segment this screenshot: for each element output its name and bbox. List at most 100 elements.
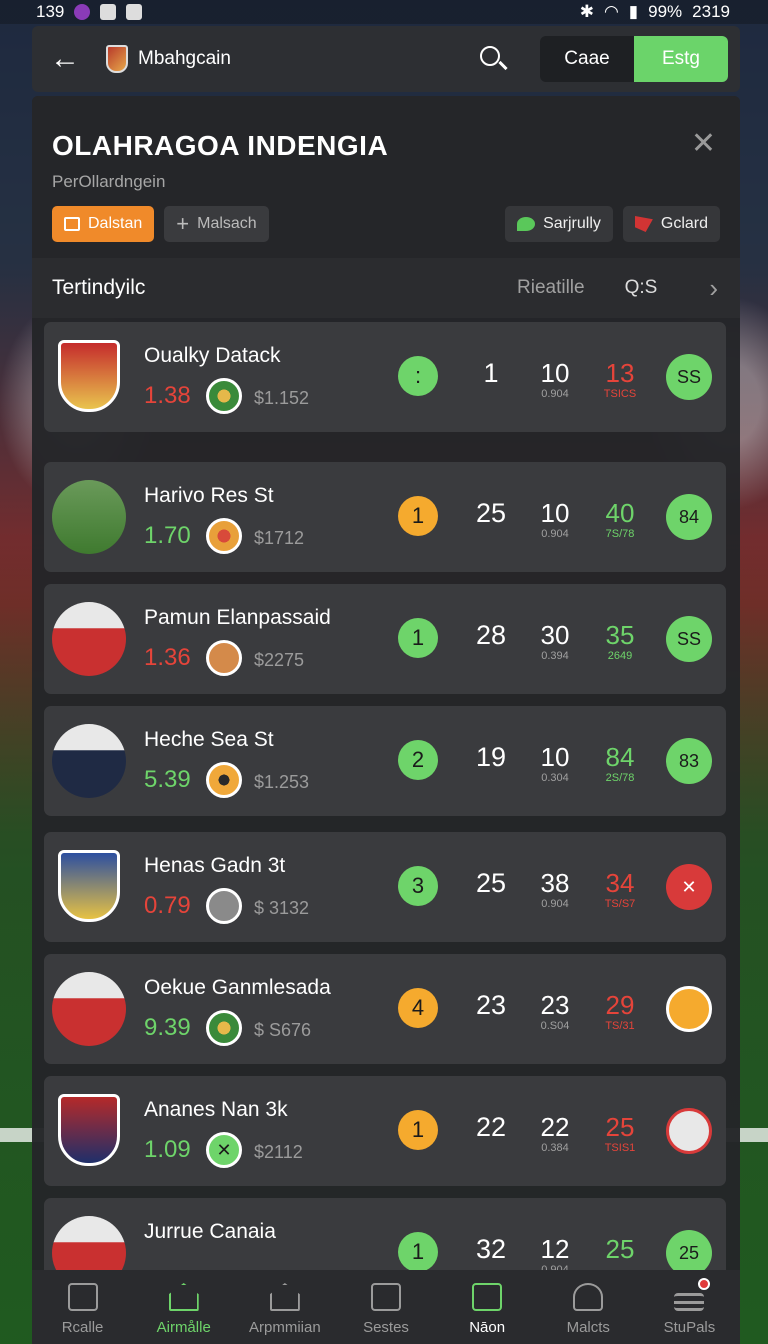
list-item[interactable]: Ananes Nan 3k 1.09 ✕ $2112 1 22 22 0.384… <box>44 1076 726 1186</box>
nav-item-rcalle[interactable]: Rcalle <box>32 1270 133 1344</box>
nav-item-malcts[interactable]: Malcts <box>538 1270 639 1344</box>
stat-col-3: 25 <box>605 1112 635 1142</box>
score-badge[interactable]: 83 <box>666 738 712 784</box>
search-icon[interactable] <box>476 42 510 76</box>
header-actions: Dalstan + Malsach Sarjrully Gclard <box>52 206 720 242</box>
player-price: $1712 <box>254 528 305 548</box>
stat-col-2-sub: 0.904 <box>541 528 569 540</box>
stat-col-2: 30 <box>540 620 570 650</box>
bottom-navigation: Rcalle Airmålle Arpmmiian Sestes Nāon Ma… <box>32 1270 740 1344</box>
scoreboard-icon <box>370 1283 401 1311</box>
column-header-qs[interactable]: Q:S <box>625 277 658 299</box>
stat-col-3-sub: TSICS <box>603 388 637 400</box>
player-price: $2275 <box>254 650 305 670</box>
message-icon <box>64 217 80 231</box>
close-icon[interactable]: ✕ <box>691 126 716 161</box>
status-time: 139 <box>36 2 65 21</box>
stat-col-3-sub: TS/31 <box>605 1020 635 1032</box>
malsach-button[interactable]: + Malsach <box>164 206 269 242</box>
player-odds: 1.09 <box>144 1136 191 1163</box>
stat-col-2: 10 <box>540 498 570 528</box>
status-clock: 2319 <box>692 2 730 21</box>
player-odds: 1.36 <box>144 644 191 671</box>
player-name: Ananes Nan 3k <box>144 1098 288 1121</box>
player-name: Heche Sea St <box>144 728 274 751</box>
bird-icon <box>517 217 536 231</box>
stat-col-1: 28 <box>475 620 507 650</box>
app-bar: ← Mbahgcain Caae Estg <box>32 26 740 92</box>
list-item[interactable]: Pamun Elanpassaid 1.36 $2275 1 28 30 0.3… <box>44 584 726 694</box>
nav-item-stupals[interactable]: StuPals <box>639 1270 740 1344</box>
stat-col-2: 22 <box>540 1112 570 1142</box>
house-icon <box>269 1283 300 1311</box>
nav-item-naon[interactable]: Nāon <box>437 1270 538 1344</box>
rank-badge: 1 <box>398 1110 438 1150</box>
nav-item-airmalle[interactable]: Airmålle <box>133 1270 234 1344</box>
score-badge[interactable]: 84 <box>666 494 712 540</box>
coin-icon <box>206 378 242 414</box>
back-arrow-icon[interactable]: ← <box>50 42 82 76</box>
player-price: $1.152 <box>254 388 310 408</box>
list-item[interactable]: Harivo Res St 1.70 $1712 1 25 10 0.904 4… <box>44 462 726 572</box>
player-price: $ 3132 <box>254 898 310 918</box>
app-title: Mbahgcain <box>138 48 231 69</box>
home-icon <box>168 1283 199 1311</box>
stat-col-2-sub: 0.394 <box>541 650 569 662</box>
edit-icon <box>472 1283 503 1311</box>
player-odds: 0.79 <box>144 892 191 919</box>
player-price: $ S676 <box>254 1020 312 1040</box>
nav-item-arpmmiian[interactable]: Arpmmiian <box>234 1270 335 1344</box>
stat-col-1: 1 <box>483 358 499 388</box>
segment-estg[interactable]: Estg <box>634 36 728 82</box>
flag-icon <box>634 216 653 232</box>
player-odds: 5.39 <box>144 766 191 793</box>
stat-col-2: 12 <box>540 1234 570 1264</box>
club-emblem-icon[interactable] <box>666 1108 712 1154</box>
score-badge[interactable]: SS <box>666 616 712 662</box>
player-name: Pamun Elanpassaid <box>144 606 331 629</box>
stat-col-2: 10 <box>540 742 570 772</box>
stat-col-2: 23 <box>540 990 570 1020</box>
list-item[interactable]: Heche Sea St 5.39 $1.253 2 19 10 0.304 8… <box>44 706 726 816</box>
stat-col-1: 32 <box>475 1234 507 1264</box>
player-name: Harivo Res St <box>144 484 274 507</box>
avatar <box>52 602 126 676</box>
stat-col-3-sub: 2649 <box>607 650 633 662</box>
club-crest-icon <box>58 1094 120 1166</box>
avatar <box>52 724 126 798</box>
section-header: Tertindyilc Rieatille Q:S › <box>32 258 740 318</box>
club-crest-icon <box>58 850 120 922</box>
status-bar: 139 ✱ ◠ ▮ 99% 2319 <box>0 0 768 24</box>
main-panel: OLAHRAGOA INDENGIA PerOllardngein ✕ Dals… <box>32 96 740 1344</box>
list-item[interactable]: Oualky Datack 1.38 $1.152 : 1 10 0.904 1… <box>44 322 726 432</box>
rank-badge: 2 <box>398 740 438 780</box>
score-badge[interactable]: SS <box>666 354 712 400</box>
coin-icon <box>206 762 242 798</box>
player-odds: 9.39 <box>144 1014 191 1041</box>
gcland-button[interactable]: Gclard <box>622 206 720 242</box>
dalstan-button[interactable]: Dalstan <box>52 206 155 242</box>
player-odds: 1.38 <box>144 382 191 409</box>
list-item[interactable]: Oekue Ganmlesada 9.39 $ S676 4 23 23 0.S… <box>44 954 726 1064</box>
score-badge[interactable]: ✕ <box>666 864 712 910</box>
nav-item-sestes[interactable]: Sestes <box>335 1270 436 1344</box>
segment-caae[interactable]: Caae <box>540 36 634 82</box>
stat-col-3-sub: TSIS1 <box>604 1142 636 1154</box>
club-emblem-icon[interactable] <box>666 986 712 1032</box>
list-item[interactable]: Henas Gadn 3t 0.79 $ 3132 3 25 38 0.904 … <box>44 832 726 942</box>
nav-label: Nāon <box>469 1319 506 1336</box>
stat-col-2-sub: 0.304 <box>541 772 569 784</box>
stat-col-2-sub: 0.S04 <box>540 1020 570 1032</box>
nav-label: Rcalle <box>61 1319 104 1336</box>
column-header-rieatille[interactable]: Rieatille <box>517 277 585 299</box>
rank-badge: 1 <box>398 496 438 536</box>
share-button[interactable]: Sarjrully <box>505 206 613 242</box>
stat-col-3-sub: TS/S7 <box>604 898 636 910</box>
stat-col-3: 25 <box>605 1234 635 1264</box>
coin-icon <box>206 518 242 554</box>
chevron-right-icon[interactable]: › <box>709 273 718 304</box>
stat-col-2: 10 <box>540 358 570 388</box>
segmented-control: Caae Estg <box>540 36 728 82</box>
notification-dot <box>697 1278 710 1290</box>
stat-col-3-sub: 2S/78 <box>605 772 635 784</box>
